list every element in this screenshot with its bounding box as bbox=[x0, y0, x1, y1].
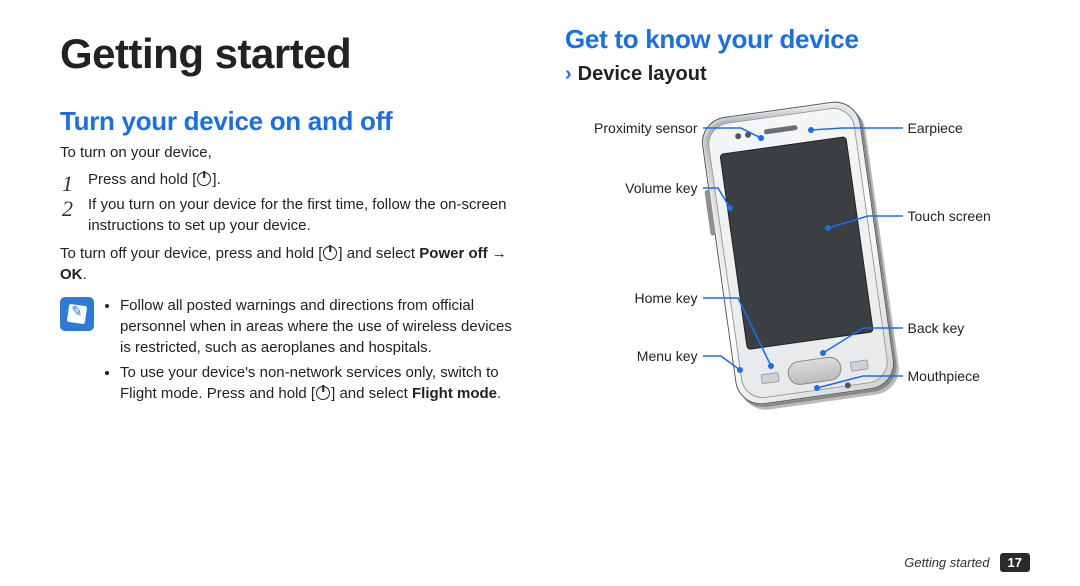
chevron-right-icon: › bbox=[565, 63, 572, 85]
off-a: To turn off your device, press and hold … bbox=[60, 245, 322, 262]
step-1: Press and hold []. bbox=[60, 169, 525, 190]
intro-text: To turn on your device, bbox=[60, 143, 525, 163]
note-icon bbox=[60, 297, 94, 331]
label-volume: Volume key bbox=[625, 180, 697, 196]
callout-wires bbox=[583, 98, 1013, 458]
subheading-text: Device layout bbox=[578, 63, 707, 85]
note2-c: . bbox=[497, 385, 501, 402]
note2-bold: Flight mode bbox=[412, 385, 497, 402]
device-diagram: Proximity sensor Volume key Home key Men… bbox=[583, 98, 1013, 458]
right-column: Get to know your device › Device layout bbox=[565, 24, 1030, 458]
subheading-device-layout: › Device layout bbox=[565, 63, 1030, 86]
page-footer: Getting started 17 bbox=[904, 553, 1030, 572]
page-title: Getting started bbox=[60, 30, 525, 78]
power-icon bbox=[323, 246, 337, 260]
turn-off-text: To turn off your device, press and hold … bbox=[60, 244, 525, 285]
label-proximity: Proximity sensor bbox=[594, 120, 697, 136]
step-1-text-a: Press and hold [ bbox=[88, 171, 196, 188]
off-c: . bbox=[83, 266, 87, 283]
note-item-1: Follow all posted warnings and direction… bbox=[120, 295, 525, 358]
label-home: Home key bbox=[634, 290, 697, 306]
power-icon bbox=[316, 386, 330, 400]
section-heading-turn-on-off: Turn your device on and off bbox=[60, 106, 525, 137]
label-touch: Touch screen bbox=[908, 208, 991, 224]
footer-page-number: 17 bbox=[1000, 553, 1030, 572]
note2-b: ] and select bbox=[331, 385, 412, 402]
label-back: Back key bbox=[908, 320, 965, 336]
label-menu: Menu key bbox=[637, 348, 698, 364]
note-list: Follow all posted warnings and direction… bbox=[104, 295, 525, 408]
left-column: Getting started Turn your device on and … bbox=[60, 24, 525, 458]
step-1-text-b: ]. bbox=[212, 171, 220, 188]
section-heading-know-device: Get to know your device bbox=[565, 24, 1030, 55]
manual-page: Getting started Turn your device on and … bbox=[0, 0, 1080, 586]
note-item-2: To use your device's non-network service… bbox=[120, 362, 525, 404]
power-icon bbox=[197, 172, 211, 186]
steps-list: Press and hold []. If you turn on your d… bbox=[60, 169, 525, 236]
step-2: If you turn on your device for the first… bbox=[60, 194, 525, 236]
label-mouthpiece: Mouthpiece bbox=[908, 368, 980, 384]
footer-section: Getting started bbox=[904, 555, 989, 570]
label-earpiece: Earpiece bbox=[908, 120, 963, 136]
note-box: Follow all posted warnings and direction… bbox=[60, 295, 525, 408]
off-b: ] and select bbox=[338, 245, 419, 262]
